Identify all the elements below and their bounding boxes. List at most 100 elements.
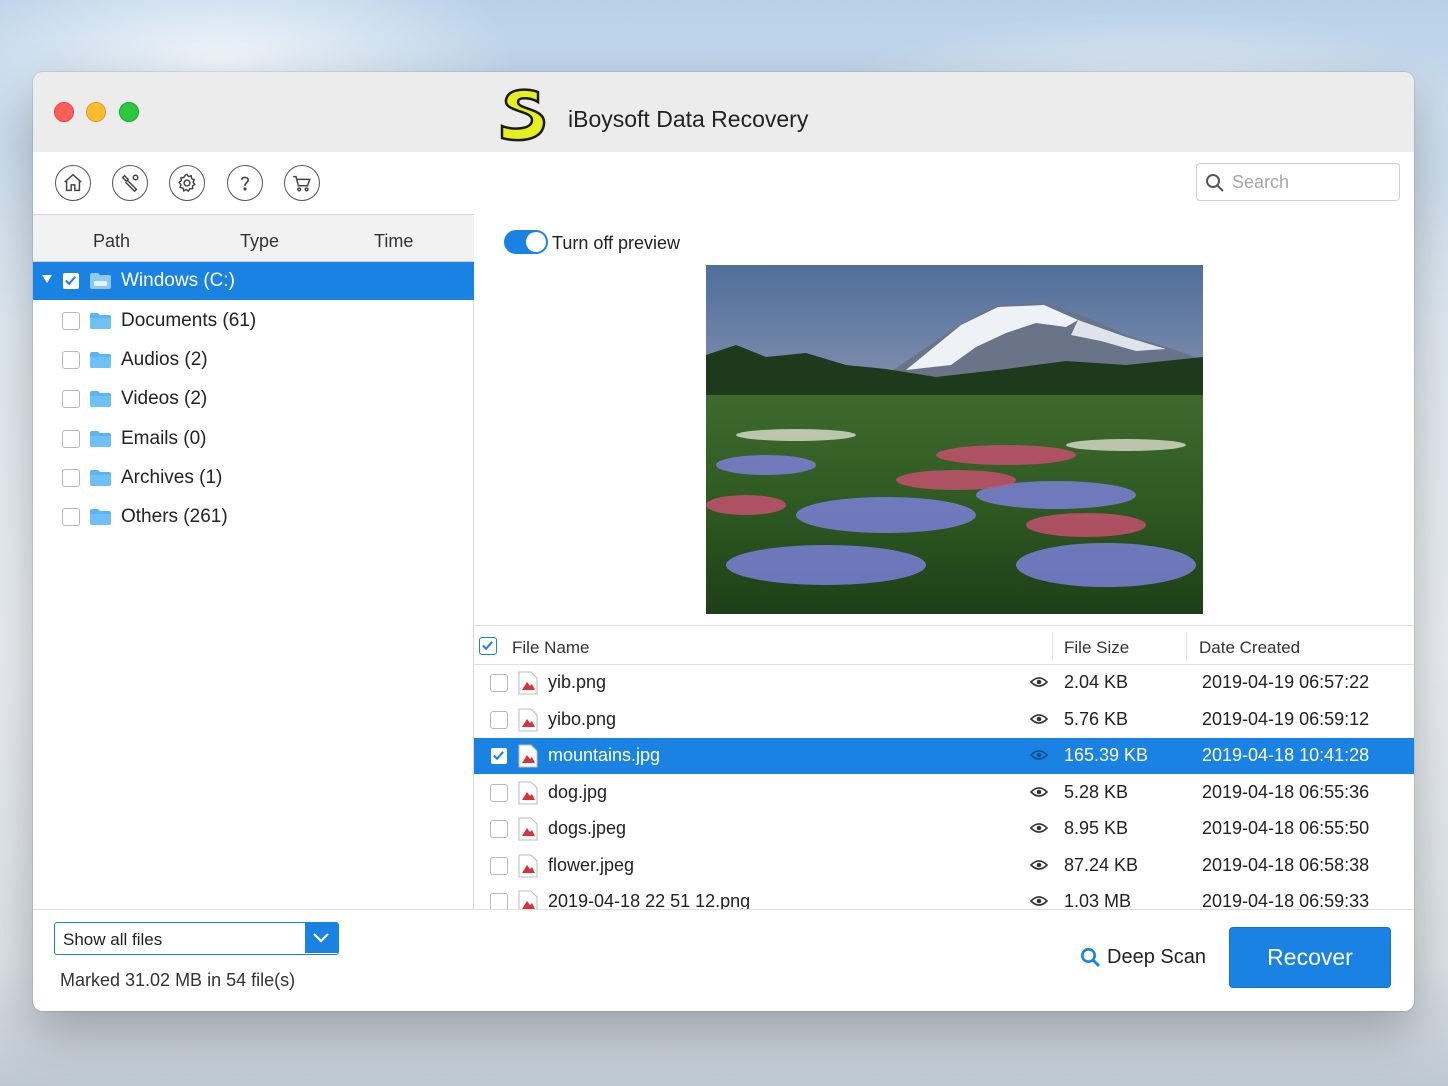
file-name: flower.jpeg — [548, 855, 635, 875]
folder-icon — [90, 431, 111, 447]
file-checkbox[interactable] — [490, 747, 508, 765]
toggle-knob — [526, 232, 546, 252]
file-row[interactable]: flower.jpeg 87.24 KB 2019-04-18 06:58:38 — [474, 848, 1414, 884]
tree-checkbox[interactable] — [62, 312, 80, 330]
marked-summary: Marked 31.02 MB in 54 file(s) — [60, 970, 296, 990]
zoom-window-button[interactable] — [119, 102, 139, 122]
search-box[interactable] — [1196, 163, 1400, 201]
deep-scan-button[interactable]: Deep Scan — [1080, 943, 1206, 971]
tree-item-windows-c[interactable]: Windows (C:) — [33, 262, 474, 300]
tree-checkbox[interactable] — [62, 508, 80, 526]
tree-checkbox[interactable] — [62, 390, 80, 408]
tree-checkbox[interactable] — [62, 469, 80, 487]
home-icon — [64, 173, 82, 192]
tree-item-label: Others (261) — [121, 506, 228, 527]
file-checkbox[interactable] — [490, 820, 508, 838]
tree-item-label: Documents (61) — [121, 310, 257, 331]
preview-eye-icon[interactable] — [1030, 713, 1048, 725]
tree-item-archives[interactable]: Archives (1) — [33, 459, 474, 497]
search-input[interactable] — [1232, 170, 1392, 194]
file-row[interactable]: yibo.png 5.76 KB 2019-04-19 06:59:12 — [474, 702, 1414, 738]
image-file-icon — [518, 671, 538, 695]
tools-button[interactable] — [112, 165, 148, 201]
column-file-name[interactable]: File Name — [512, 638, 589, 658]
tools-icon — [121, 174, 139, 193]
file-row[interactable]: yib.png 2.04 KB 2019-04-19 06:57:22 — [474, 665, 1414, 701]
minimize-window-button[interactable] — [86, 102, 106, 122]
file-checkbox[interactable] — [490, 893, 508, 909]
column-date-created[interactable]: Date Created — [1199, 638, 1300, 658]
preview-eye-icon[interactable] — [1030, 822, 1048, 834]
file-size: 8.95 KB — [1064, 818, 1129, 838]
file-row[interactable]: dogs.jpeg 8.95 KB 2019-04-18 06:55:50 — [474, 811, 1414, 847]
column-time[interactable]: Time — [374, 231, 413, 252]
file-list-header: File Name File Size Date Created — [474, 625, 1414, 665]
tree-item-audios[interactable]: Audios (2) — [33, 341, 474, 379]
home-button[interactable] — [55, 165, 91, 201]
file-checkbox[interactable] — [490, 711, 508, 729]
file-name: 2019-04-18 22 51 12.png — [548, 891, 751, 909]
file-date: 2019-04-18 06:58:38 — [1202, 855, 1370, 875]
tree-item-emails[interactable]: Emails (0) — [33, 420, 474, 458]
tree-item-label: Emails (0) — [121, 428, 207, 449]
tree-checkbox[interactable] — [62, 272, 80, 290]
file-size: 5.76 KB — [1064, 709, 1129, 729]
folder-icon — [90, 352, 111, 368]
column-path[interactable]: Path — [93, 231, 130, 252]
cart-button[interactable] — [284, 165, 320, 201]
file-list[interactable]: yib.png 2.04 KB 2019-04-19 06:57:22 yibo… — [474, 665, 1414, 909]
file-checkbox[interactable] — [490, 784, 508, 802]
file-name: yibo.png — [548, 709, 617, 729]
cart-icon — [293, 175, 311, 192]
preview-eye-icon[interactable] — [1030, 895, 1048, 907]
folder-icon — [90, 391, 111, 407]
help-button[interactable] — [227, 165, 263, 201]
file-checkbox[interactable] — [490, 674, 508, 692]
tree-item-label: Windows (C:) — [121, 270, 236, 291]
file-date: 2019-04-18 10:41:28 — [1202, 745, 1370, 765]
tree-checkbox[interactable] — [62, 351, 80, 369]
app-title: iBoysoft Data Recovery — [568, 106, 809, 132]
preview-eye-icon[interactable] — [1030, 676, 1048, 688]
preview-eye-icon[interactable] — [1030, 859, 1048, 871]
file-size: 2.04 KB — [1064, 672, 1129, 692]
preview-toggle[interactable] — [504, 230, 548, 254]
close-window-button[interactable] — [54, 102, 74, 122]
checkmark-icon — [482, 641, 493, 651]
dropdown-button[interactable] — [305, 923, 338, 953]
file-checkbox[interactable] — [490, 857, 508, 875]
tree-item-documents[interactable]: Documents (61) — [33, 302, 474, 340]
file-date: 2019-04-18 06:59:33 — [1202, 891, 1370, 909]
app-logo-icon — [500, 88, 546, 142]
preview-eye-icon[interactable] — [1030, 786, 1048, 798]
file-date: 2019-04-18 06:55:36 — [1202, 782, 1370, 802]
file-size: 165.39 KB — [1064, 745, 1149, 765]
file-size: 5.28 KB — [1064, 782, 1129, 802]
tree-item-others[interactable]: Others (261) — [33, 498, 474, 536]
image-file-icon — [518, 854, 538, 878]
file-row[interactable]: dog.jpg 5.28 KB 2019-04-18 06:55:36 — [474, 775, 1414, 811]
column-file-size[interactable]: File Size — [1064, 638, 1129, 658]
deep-scan-label: Deep Scan — [1107, 945, 1206, 968]
image-file-icon — [518, 781, 538, 805]
file-filter-select[interactable]: Show all files — [54, 922, 339, 955]
file-size: 1.03 MB — [1064, 891, 1132, 909]
checkmark-icon — [65, 276, 76, 286]
column-divider — [1186, 632, 1187, 660]
file-name: dog.jpg — [548, 782, 608, 802]
tree-item-videos[interactable]: Videos (2) — [33, 380, 474, 418]
file-row[interactable]: 2019-04-18 22 51 12.png 1.03 MB 2019-04-… — [474, 884, 1414, 909]
column-type[interactable]: Type — [240, 231, 279, 252]
settings-button[interactable] — [169, 165, 205, 201]
file-row-selected[interactable]: mountains.jpg 165.39 KB 2019-04-18 10:41… — [474, 738, 1414, 774]
file-name: mountains.jpg — [548, 745, 661, 765]
search-icon — [1081, 947, 1100, 967]
file-filter-value: Show all files — [63, 930, 163, 949]
select-all-checkbox[interactable] — [479, 637, 497, 655]
tree-checkbox[interactable] — [62, 430, 80, 448]
chevron-down-icon — [313, 933, 329, 943]
expand-arrow-icon[interactable] — [42, 275, 52, 283]
folder-icon — [90, 470, 111, 486]
recover-button[interactable]: Recover — [1229, 927, 1391, 988]
preview-eye-icon[interactable] — [1030, 749, 1048, 761]
